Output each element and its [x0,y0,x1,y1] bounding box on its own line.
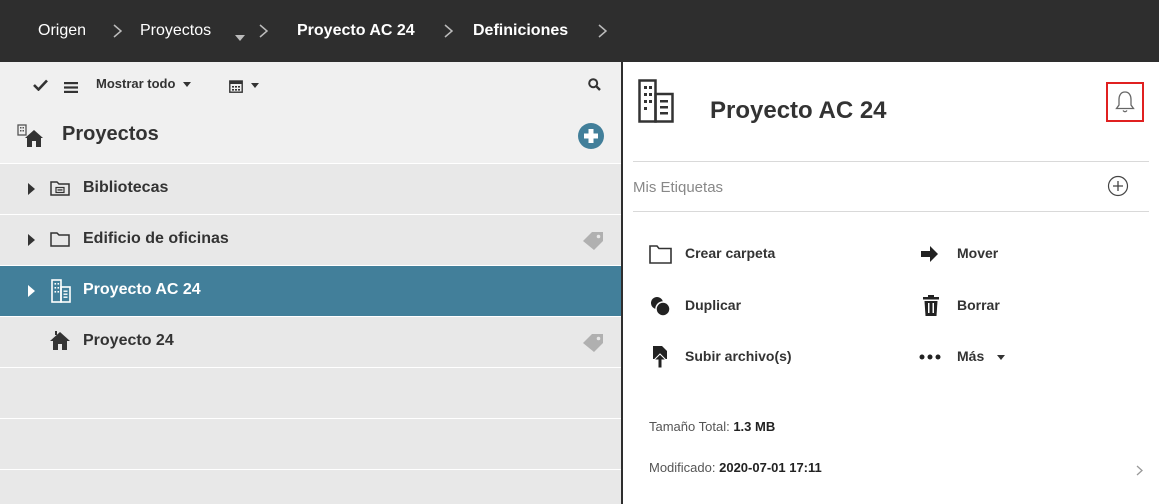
empty-row [0,367,622,418]
show-all-label: Mostrar todo [96,76,176,91]
delete-action[interactable]: Borrar [919,294,1069,318]
show-all-filter[interactable]: Mostrar todo [96,74,192,94]
tree-row-proyecto-ac-24[interactable]: Proyecto AC 24 [0,265,622,316]
tree-row-proyecto-24[interactable]: Proyecto 24 [0,316,622,367]
add-tag-button[interactable] [1107,175,1129,202]
chevron-right-icon [259,24,268,38]
projects-house-icon [17,124,45,153]
tree-toolbar: Mostrar todo [0,62,622,112]
caret-down-icon [997,355,1005,360]
caret-down-icon [250,83,259,89]
arrow-right-icon [921,246,938,262]
breadcrumb-proyecto-ac-24[interactable]: Proyecto AC 24 [297,0,415,62]
total-size-label: Tamaño Total: [649,419,730,434]
plus-circle-icon [1107,175,1129,197]
tag-icon[interactable] [582,231,604,256]
breadcrumb-proyectos[interactable]: Proyectos [140,0,211,62]
house-icon [50,331,70,356]
modified-value: 2020-07-01 17:11 [719,460,822,475]
expand-arrow-icon[interactable] [28,285,35,297]
my-tags-label: Mis Etiquetas [633,179,724,196]
expand-arrow-icon[interactable] [28,234,35,246]
detail-panel: Proyecto AC 24 Mis Etiquetas Crear carpe… [623,62,1159,504]
projects-header: Proyectos [0,112,622,162]
breadcrumb: Origen Proyectos Proyecto AC 24 Definici… [0,0,1159,62]
tree-row-bibliotecas[interactable]: Bibliotecas [0,163,622,214]
notification-bell-button[interactable] [1106,82,1144,122]
chevron-right-icon[interactable] [1136,463,1143,481]
tree-row-label: Proyecto AC 24 [83,281,201,298]
breadcrumb-definiciones[interactable]: Definiciones [473,0,568,62]
calendar-icon [229,79,243,93]
divider [633,161,1149,162]
trash-icon [923,295,939,316]
modified-label: Modificado: [649,460,716,475]
library-folder-icon [50,180,70,201]
move-action[interactable]: Mover [919,242,1069,266]
check-icon[interactable] [33,77,48,97]
chevron-right-icon [444,24,453,38]
duplicate-action[interactable]: Duplicar [649,294,849,318]
bell-icon [1115,91,1135,113]
modified-date: Modificado: 2020-07-01 17:11 [649,460,822,475]
list-menu-icon[interactable] [64,79,78,99]
divider [633,211,1149,212]
folder-icon [50,231,70,252]
caret-down-icon [183,82,192,88]
duplicate-icon [651,297,671,317]
tree-row-edificio-de-oficinas[interactable]: Edificio de oficinas [0,214,622,265]
tag-icon[interactable] [582,333,604,358]
folder-icon [649,245,672,264]
projects-title: Proyectos [62,123,159,145]
tree-row-label: Proyecto 24 [83,332,174,349]
upload-files-action[interactable]: Subir archivo(s) [649,345,849,369]
create-folder-action[interactable]: Crear carpeta [649,242,849,266]
empty-row [0,469,622,504]
breadcrumb-origen[interactable]: Origen [38,0,86,62]
chevron-right-icon [113,24,122,38]
more-actions-menu[interactable]: Más [919,345,1069,369]
caret-down-icon[interactable] [235,28,245,46]
upload-file-icon [652,346,668,369]
tree-row-label: Bibliotecas [83,179,169,196]
plus-circle-icon [578,123,604,149]
calendar-filter[interactable] [229,75,259,95]
total-size: Tamaño Total: 1.3 MB [649,419,775,434]
add-project-button[interactable] [577,122,605,155]
tree-row-label: Edificio de oficinas [83,230,229,247]
empty-row [0,418,622,469]
search-icon[interactable] [588,77,601,97]
building-icon [51,279,71,308]
expand-arrow-icon[interactable] [28,183,35,195]
detail-title: Proyecto AC 24 [710,97,887,124]
more-dots-icon [919,354,941,360]
building-icon [638,79,674,128]
project-tree-panel: Mostrar todo Proyectos Bibliotecas Edifi… [0,62,622,504]
chevron-right-icon [598,24,607,38]
total-size-value: 1.3 MB [733,419,776,434]
